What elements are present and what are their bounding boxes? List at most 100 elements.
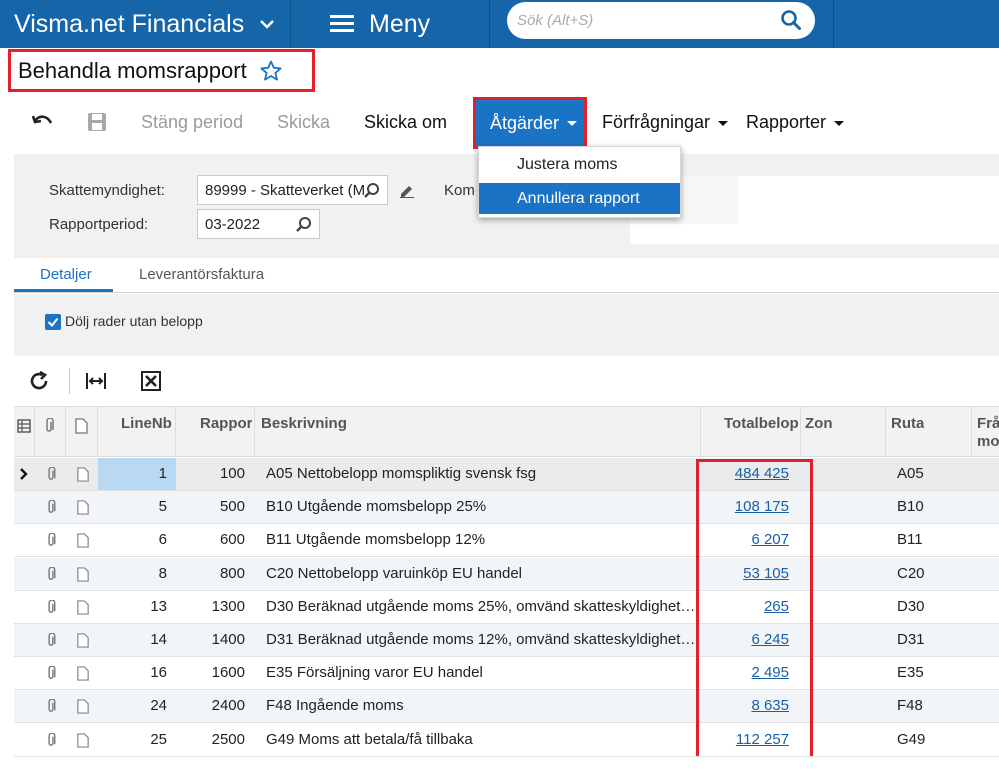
cell-total[interactable]: 484 425 xyxy=(701,465,789,482)
edit-pencil-icon[interactable] xyxy=(399,182,415,198)
table-row[interactable]: 14 1400 D31 Beräknad utgående moms 12%, om… xyxy=(14,624,999,657)
tab-details[interactable]: Detaljer xyxy=(40,266,92,283)
total-amount-link[interactable]: 108 175 xyxy=(735,498,789,515)
attachment-icon[interactable] xyxy=(44,699,58,714)
attachment-icon[interactable] xyxy=(44,567,58,582)
attachment-icon[interactable] xyxy=(44,533,58,548)
cell-total[interactable]: 53 105 xyxy=(701,565,789,582)
table-row[interactable]: 25 2500 G49 Moms att betala/få tillbaka 112… xyxy=(14,724,999,757)
save-icon[interactable] xyxy=(87,112,107,132)
cell-total[interactable]: 108 175 xyxy=(701,498,789,515)
reports-menu-button[interactable]: Rapporter xyxy=(746,112,845,133)
cell-total[interactable]: 6 207 xyxy=(701,531,789,548)
cell-box[interactable]: E35 xyxy=(897,664,924,681)
tab-supplier-invoice[interactable]: Leverantörsfaktura xyxy=(139,266,264,283)
cell-report-line[interactable]: 800 xyxy=(176,565,245,582)
inquiries-menu-button[interactable]: Förfrågningar xyxy=(602,112,729,133)
cell-total[interactable]: 265 xyxy=(701,598,789,615)
cell-line-nbr[interactable]: 24 xyxy=(98,697,167,714)
cell-report-line[interactable]: 2500 xyxy=(176,731,245,748)
favorite-star-icon[interactable] xyxy=(259,59,283,83)
attachment-icon[interactable] xyxy=(44,600,58,615)
cell-description[interactable]: D31 Beräknad utgående moms 12%, omvänd s… xyxy=(266,631,694,648)
cell-description[interactable]: D30 Beräknad utgående moms 25%, omvänd s… xyxy=(266,598,694,615)
column-header-box[interactable]: Ruta xyxy=(891,415,924,432)
total-amount-link[interactable]: 484 425 xyxy=(735,465,789,482)
total-amount-link[interactable]: 6 207 xyxy=(751,531,789,548)
cell-box[interactable]: F48 xyxy=(897,697,923,714)
cell-box[interactable]: G49 xyxy=(897,731,925,748)
table-row[interactable]: 8 800 C20 Nettobelopp varuinköp EU handel 5… xyxy=(14,558,999,591)
search-icon[interactable] xyxy=(363,182,381,200)
cell-line-nbr[interactable]: 5 xyxy=(98,498,167,515)
report-period-field[interactable]: 03-2022 xyxy=(197,209,320,239)
note-icon[interactable] xyxy=(76,666,90,681)
table-row[interactable]: 13 1300 D30 Beräknad utgående moms 25%, om… xyxy=(14,591,999,624)
table-row[interactable]: 24 2400 F48 Ingående moms 8 635 F48 xyxy=(14,690,999,723)
cell-line-nbr[interactable]: 1 xyxy=(98,465,167,482)
attachment-icon[interactable] xyxy=(44,467,58,482)
cell-box[interactable]: A05 xyxy=(897,465,924,482)
column-chooser-icon[interactable] xyxy=(17,419,31,433)
resend-button[interactable]: Skicka om xyxy=(364,112,447,133)
tax-agency-field[interactable]: 89999 - Skatteverket (M xyxy=(197,175,388,205)
attachment-icon[interactable] xyxy=(44,733,58,748)
column-header-zone[interactable]: Zon xyxy=(805,415,833,432)
close-period-button[interactable]: Stäng period xyxy=(141,112,243,133)
column-header-line-nbr[interactable]: LineNb xyxy=(121,415,172,432)
column-header-total[interactable]: Totalbelop xyxy=(724,415,799,432)
brand-switcher[interactable]: Visma.net Financials xyxy=(0,0,290,48)
note-icon[interactable] xyxy=(76,633,90,648)
hide-zero-rows-checkbox[interactable] xyxy=(45,314,61,330)
send-button[interactable]: Skicka xyxy=(277,112,330,133)
cell-description[interactable]: F48 Ingående moms xyxy=(266,697,694,714)
cell-report-line[interactable]: 100 xyxy=(176,465,245,482)
cell-box[interactable]: D31 xyxy=(897,631,925,648)
note-icon[interactable] xyxy=(76,467,90,482)
menu-item-adjust-vat[interactable]: Justera moms xyxy=(479,149,680,180)
total-amount-link[interactable]: 53 105 xyxy=(743,565,789,582)
cell-line-nbr[interactable]: 8 xyxy=(98,565,167,582)
cell-box[interactable]: D30 xyxy=(897,598,925,615)
cell-box[interactable]: B10 xyxy=(897,498,924,515)
cell-description[interactable]: B11 Utgående momsbelopp 12% xyxy=(266,531,694,548)
cell-total[interactable]: 6 245 xyxy=(701,631,789,648)
cell-description[interactable]: E35 Försäljning varor EU handel xyxy=(266,664,694,681)
cell-report-line[interactable]: 1600 xyxy=(176,664,245,681)
column-header-report-line[interactable]: Rappor xyxy=(200,415,252,432)
undo-icon[interactable] xyxy=(32,112,54,132)
attachment-icon[interactable] xyxy=(44,633,58,648)
note-icon[interactable] xyxy=(76,733,90,748)
column-header-from[interactable]: Frå mo xyxy=(977,415,999,451)
refresh-icon[interactable] xyxy=(28,370,50,392)
cell-report-line[interactable]: 1400 xyxy=(176,631,245,648)
note-icon[interactable] xyxy=(76,567,90,582)
cell-total[interactable]: 8 635 xyxy=(701,697,789,714)
cell-description[interactable]: A05 Nettobelopp momspliktig svensk fsg xyxy=(266,465,694,482)
cell-report-line[interactable]: 600 xyxy=(176,531,245,548)
cell-report-line[interactable]: 500 xyxy=(176,498,245,515)
cell-description[interactable]: G49 Moms att betala/få tillbaka xyxy=(266,731,694,748)
total-amount-link[interactable]: 8 635 xyxy=(751,697,789,714)
table-row[interactable]: 5 500 B10 Utgående momsbelopp 25% 108 175 B1… xyxy=(14,491,999,524)
note-icon[interactable] xyxy=(76,600,90,615)
main-menu-button[interactable]: Meny xyxy=(330,0,430,48)
fit-columns-icon[interactable] xyxy=(85,370,107,392)
total-amount-link[interactable]: 265 xyxy=(764,598,789,615)
export-excel-icon[interactable] xyxy=(140,370,162,392)
cell-box[interactable]: B11 xyxy=(897,531,923,548)
cell-line-nbr[interactable]: 16 xyxy=(98,664,167,681)
cell-report-line[interactable]: 2400 xyxy=(176,697,245,714)
note-icon[interactable] xyxy=(76,533,90,548)
note-icon[interactable] xyxy=(76,699,90,714)
cell-total[interactable]: 2 495 xyxy=(701,664,789,681)
attachment-icon[interactable] xyxy=(44,500,58,515)
cell-line-nbr[interactable]: 13 xyxy=(98,598,167,615)
note-icon[interactable] xyxy=(76,500,90,515)
cell-line-nbr[interactable]: 6 xyxy=(98,531,167,548)
actions-menu-button[interactable]: Åtgärder xyxy=(473,97,587,149)
search-input[interactable] xyxy=(517,9,767,31)
search-icon[interactable] xyxy=(780,9,802,31)
table-row[interactable]: 1 100 A05 Nettobelopp momspliktig svensk f… xyxy=(14,458,999,491)
total-amount-link[interactable]: 6 245 xyxy=(751,631,789,648)
